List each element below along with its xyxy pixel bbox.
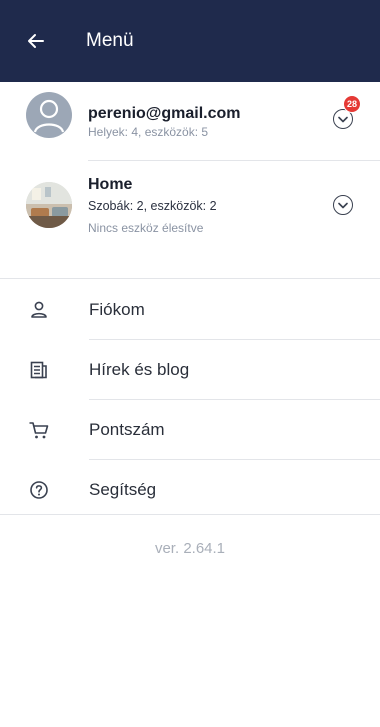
menu-item-points[interactable]: Pontszám	[0, 400, 380, 460]
avatar	[26, 92, 72, 138]
news-icon	[28, 359, 50, 381]
section-divider	[0, 278, 380, 279]
location-row[interactable]: Home Szobák: 2, eszközök: 2 Nincs eszköz…	[0, 176, 380, 242]
app-version: ver. 2.64.1	[154, 540, 226, 557]
menu-item-news[interactable]: Hírek és blog	[0, 340, 380, 400]
cart-icon	[28, 419, 50, 441]
menu-item-account[interactable]: Fiókom	[0, 280, 380, 340]
location-avatar	[26, 182, 72, 228]
app-bar: Menü	[0, 0, 380, 82]
menu-item-help[interactable]: Segítség	[0, 460, 380, 520]
menu-item-label: Segítség	[89, 480, 157, 499]
help-icon	[28, 479, 50, 501]
account-email: perenio@gmail.com	[88, 105, 241, 122]
user-avatar-icon	[33, 99, 65, 133]
location-status: Nincs eszköz élesítve	[88, 221, 204, 235]
notification-badge: 28	[343, 95, 361, 113]
location-summary: Szobák: 2, eszközök: 2	[88, 199, 217, 213]
arrow-left-icon	[28, 34, 44, 48]
account-row[interactable]: perenio@gmail.com Helyek: 4, eszközök: 5…	[0, 92, 380, 154]
account-summary: Helyek: 4, eszközök: 5	[88, 125, 209, 139]
room-image-icon	[26, 182, 72, 228]
page-title: Menü	[86, 30, 134, 51]
back-button[interactable]	[16, 21, 56, 61]
menu-item-label: Hírek és blog	[89, 360, 190, 379]
divider	[88, 160, 380, 161]
chevron-down-circle-icon[interactable]	[333, 195, 353, 215]
location-name: Home	[88, 176, 133, 193]
menu-item-label: Fiókom	[89, 300, 145, 319]
menu-item-label: Pontszám	[89, 420, 165, 439]
section-divider	[0, 514, 380, 515]
user-icon	[28, 299, 50, 321]
